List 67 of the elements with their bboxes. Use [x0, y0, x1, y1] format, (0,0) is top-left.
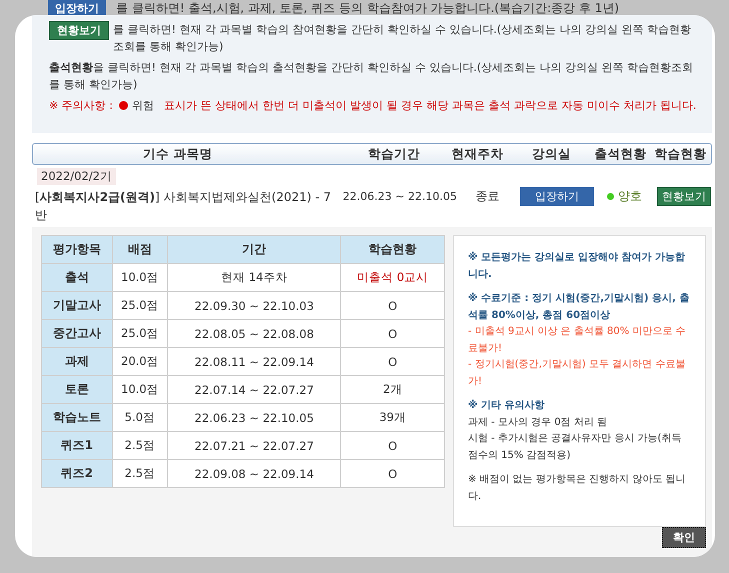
note-text: - 정기시험(중간,기말시험) 모두 결시하면 수료불가! — [468, 358, 686, 388]
notice-text: 를 클릭하면! 출석,시험, 과제, 토론, 퀴즈 등의 학습참여가 가능합니다.(복습기간:종강 후 1년) — [116, 0, 620, 17]
table-cell: O — [340, 432, 444, 460]
row-header: 토론 — [42, 376, 112, 404]
table-cell: O — [340, 348, 444, 376]
table-cell: 2.5점 — [112, 460, 168, 488]
table-cell: 2개 — [340, 376, 444, 404]
table-cell: 22.09.08 ~ 22.09.14 — [168, 460, 341, 488]
table-cell: O — [340, 460, 444, 488]
status-button[interactable]: 현황보기 — [49, 21, 109, 40]
term-label: 2022/02/2기 — [37, 168, 116, 185]
table-cell: 2.5점 — [112, 432, 168, 460]
row-header: 중간고사 — [42, 320, 112, 348]
column-header: 배점 — [112, 236, 168, 264]
warning-label: ※ 주의사항 : — [49, 98, 113, 114]
notice-text: 를 클릭하면! 현재 각 과목별 학습의 참여현황을 간단히 확인하실 수 있습니다.(상세조회는 나의 강의실 왼쪽 학습현황조회를 통해 확인가능) — [113, 22, 692, 55]
row-header: 학습노트 — [42, 404, 112, 432]
note-text: ※ 모든평가는 강의실로 입장해야 참여가 가능합니다. — [468, 250, 686, 282]
row-header: 퀴즈1 — [42, 432, 112, 460]
column-header: 학습현황 — [653, 146, 708, 162]
current-week: 종료 — [474, 188, 501, 204]
note-text: ※ 배점이 없는 평가항목은 진행하지 않아도 됩니다. — [468, 473, 686, 504]
column-header: 출석현황 — [593, 146, 648, 162]
danger-dot-icon — [118, 101, 128, 110]
table-cell: O — [340, 292, 444, 320]
table-cell: 22.07.21 ~ 22.07.27 — [168, 432, 341, 460]
table-cell: 10.0점 — [112, 264, 168, 292]
note-text: ※ 수료기준 : 정기 시험(중간,기말시험) 응시, 출석률 80%이상, 총점 60점이상 — [468, 292, 690, 322]
table-cell: O — [340, 320, 444, 348]
warning-text: 표시가 뜬 상태에서 한번 더 미출석이 발생이 될 경우 해당 과목은 출석 과락으로 자동 미이수 처리가 됩니다. — [164, 98, 698, 114]
column-header: 학습현황 — [340, 236, 444, 264]
table-cell: 22.08.05 ~ 22.08.08 — [168, 320, 341, 348]
table-cell: 22.06.23 ~ 22.10.05 — [168, 404, 341, 432]
table-cell: 5.0점 — [112, 404, 168, 432]
study-period: 22.06.23 ~ 22.10.05 — [342, 190, 458, 202]
table-cell: 39개 — [340, 404, 444, 432]
confirm-button[interactable]: 확인 — [662, 527, 706, 548]
status-dot-icon — [606, 192, 614, 200]
table-cell: 22.09.30 ~ 22.10.03 — [168, 292, 341, 320]
danger-label: 위험 — [132, 98, 154, 114]
note-text: ※ 기타 유의사항 — [468, 398, 546, 413]
table-cell: 22.07.14 ~ 22.07.27 — [168, 376, 341, 404]
table-cell: 10.0점 — [112, 376, 168, 404]
attendance-status: 양호 — [618, 188, 642, 204]
column-header: 기간 — [168, 236, 341, 264]
note-text: 과제 - 모사의 경우 0점 처리 됨 — [468, 416, 608, 430]
table-cell: 20.0점 — [112, 348, 168, 376]
table-cell: 현재 14주차 — [168, 264, 341, 292]
row-header: 과제 — [42, 348, 112, 376]
notice-text: 출석현황을 클릭하면! 현재 각 과목별 학습의 출석현황을 간단히 확인하실 수 있습니다.(상세조회는 나의 강의실 왼쪽 학습현황조회를 통해 확인가능) — [49, 61, 694, 91]
column-header: 학습기간 — [367, 146, 422, 162]
table-cell: 25.0점 — [112, 292, 168, 320]
status-button[interactable]: 현황보기 — [656, 186, 711, 206]
table-cell: 22.08.11 ~ 22.09.14 — [168, 348, 341, 376]
row-header: 출석 — [42, 264, 112, 292]
column-header: 현재주차 — [450, 146, 505, 162]
column-header: 평가항목 — [42, 236, 112, 264]
row-header: 기말고사 — [42, 292, 112, 320]
course-title: [사회복지사2급(원격)] 사회복지법제와실천(2021) - 7반 — [35, 189, 332, 224]
row-header: 퀴즈2 — [42, 460, 112, 488]
enter-button[interactable]: 입장하기 — [520, 186, 594, 206]
table-cell: 25.0점 — [112, 320, 168, 348]
column-header: 기수 과목명 — [142, 146, 214, 162]
note-text: - 미출석 9교시 이상 은 출석률 80% 미만으로 수료불가! — [468, 325, 687, 356]
column-header: 강의실 — [531, 146, 572, 162]
table-cell: 미출석 0교시 — [340, 264, 444, 292]
note-text: 시험 - 추가시험은 공결사유자만 응시 가능(취득 점수의 15% 감점적용) — [468, 432, 682, 462]
